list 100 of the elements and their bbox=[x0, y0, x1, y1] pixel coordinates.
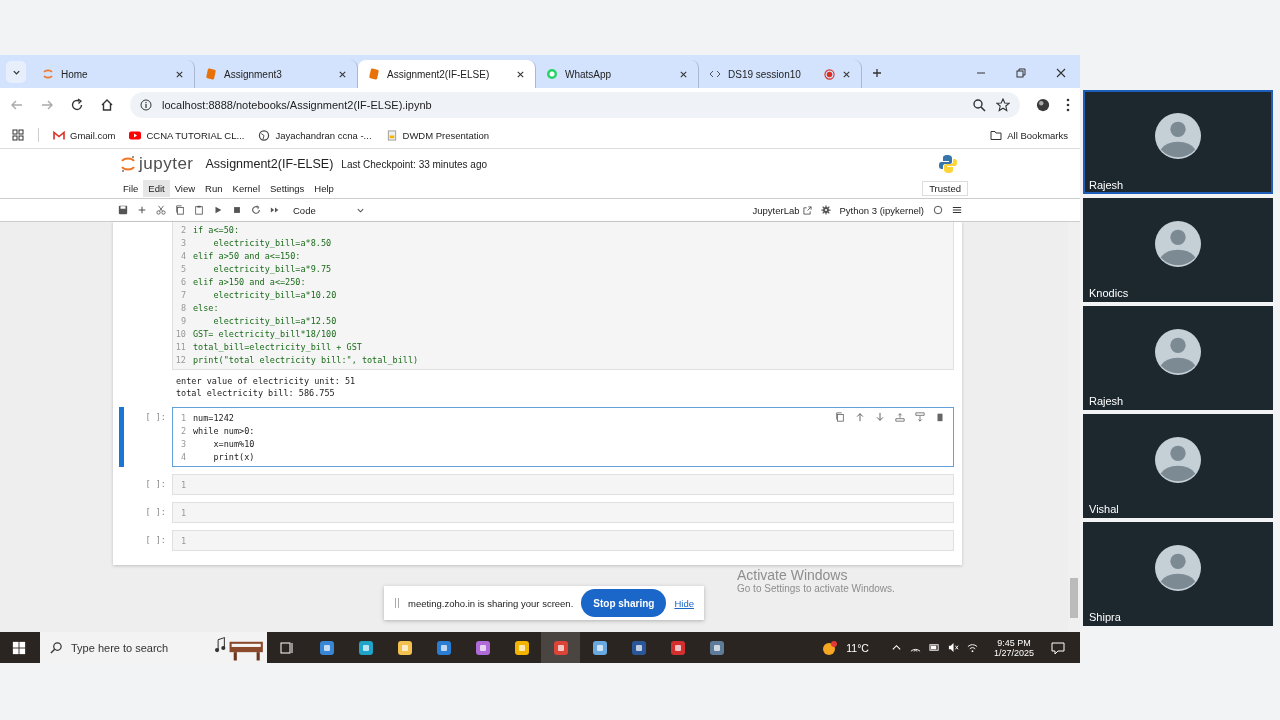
apps-icon[interactable] bbox=[12, 129, 24, 141]
video-icon bbox=[129, 129, 142, 141]
reload-icon[interactable] bbox=[70, 98, 84, 112]
delete-icon[interactable] bbox=[935, 412, 945, 422]
kernel-status-icon bbox=[933, 205, 943, 215]
show-hidden-icons-icon[interactable] bbox=[890, 642, 902, 653]
browser-tab[interactable]: Assignment2(IF-ELSE) bbox=[358, 60, 536, 88]
bookmark-link[interactable]: DWDM Presentation bbox=[402, 129, 490, 141]
participant-name: Rajesh bbox=[1089, 179, 1124, 191]
zoom-icon[interactable] bbox=[972, 98, 986, 112]
browser-tab[interactable]: WhatsApp bbox=[536, 60, 699, 88]
code-editor[interactable]: 1 num=1242 2 while num>0: 3 x=num%10 4 print(x) bbox=[172, 407, 954, 467]
stop-icon[interactable] bbox=[232, 205, 242, 215]
chat-icon bbox=[546, 68, 558, 80]
cell-type-dropdown[interactable]: Code bbox=[293, 204, 365, 216]
task-view-icon[interactable] bbox=[279, 639, 295, 656]
code-line: x=num%10 bbox=[212, 438, 255, 449]
kernel-name[interactable]: Python 3 (ipykernel) bbox=[839, 204, 924, 216]
menu-icon[interactable] bbox=[952, 205, 962, 215]
notebook-title[interactable]: Assignment2(IF-ELSE) bbox=[205, 157, 334, 171]
close-icon[interactable] bbox=[338, 69, 347, 79]
line-number: 3 bbox=[179, 237, 186, 248]
copy-icon[interactable] bbox=[175, 205, 185, 215]
menu-item[interactable]: Edit bbox=[143, 180, 170, 197]
all-bookmarks-link[interactable]: All Bookmarks bbox=[1007, 129, 1068, 141]
move-down-icon[interactable] bbox=[875, 412, 885, 422]
menu-icon[interactable] bbox=[1066, 98, 1070, 112]
close-icon[interactable] bbox=[679, 69, 688, 79]
close-icon[interactable] bbox=[175, 69, 184, 79]
bookmark-link[interactable]: Jayachandran ccna -... bbox=[275, 129, 372, 141]
clock-time[interactable]: 9:45 PM bbox=[997, 637, 1031, 648]
new-tab-icon[interactable] bbox=[872, 68, 882, 78]
participant-tile[interactable]: Knodics bbox=[1083, 198, 1273, 302]
code-line: else: bbox=[193, 302, 219, 313]
participant-tile[interactable]: Rajesh bbox=[1083, 90, 1273, 194]
bookmark-link[interactable]: Gmail.com bbox=[70, 129, 116, 141]
recording-icon bbox=[824, 68, 835, 80]
home-icon[interactable] bbox=[100, 98, 114, 112]
temperature-text[interactable]: 11°C bbox=[846, 641, 869, 654]
browser-tab[interactable]: Home bbox=[32, 60, 195, 88]
windows-start-icon[interactable] bbox=[12, 640, 26, 655]
close-icon[interactable] bbox=[516, 69, 525, 79]
fast-forward-icon[interactable] bbox=[270, 205, 280, 215]
line-number: 9 bbox=[179, 315, 186, 326]
battery-icon[interactable] bbox=[928, 642, 940, 653]
document-icon bbox=[385, 129, 398, 141]
bookmark-link[interactable]: CCNA TUTORIAL CL... bbox=[146, 129, 245, 141]
menu-item[interactable]: Settings bbox=[265, 180, 310, 197]
cut-icon[interactable] bbox=[156, 205, 166, 215]
stop-sharing-button[interactable]: Stop sharing bbox=[581, 589, 667, 617]
menu-item[interactable]: Help bbox=[309, 180, 339, 197]
address-field[interactable]: localhost:8888/notebooks/Assignment2(IF-ELSE).ipynb bbox=[130, 92, 1020, 118]
code-line: electricity_bill=a*10.20 bbox=[212, 289, 337, 300]
cell-prompt: [ ]: bbox=[144, 411, 167, 422]
move-up-icon[interactable] bbox=[855, 412, 865, 422]
notebook-icon bbox=[205, 68, 217, 80]
globe-icon bbox=[258, 129, 271, 141]
close-icon[interactable] bbox=[842, 69, 851, 79]
taskbar-search-field[interactable]: Type here to search bbox=[40, 632, 267, 663]
insert-below-icon[interactable] bbox=[915, 412, 925, 422]
code-line: print("total electricity bill:", total_bill) bbox=[193, 354, 419, 365]
gear-icon[interactable] bbox=[820, 205, 831, 215]
wifi-icon[interactable] bbox=[966, 642, 978, 653]
notification-icon[interactable] bbox=[1050, 639, 1066, 656]
run-icon[interactable] bbox=[213, 205, 223, 215]
line-number: 11 bbox=[174, 341, 186, 352]
save-icon[interactable] bbox=[118, 205, 128, 215]
browser-tab[interactable]: DS19 session10 bbox=[699, 60, 862, 88]
activation-hint: Go to Settings to activate Windows. bbox=[737, 583, 895, 594]
restart-icon[interactable] bbox=[251, 205, 261, 215]
jupyter-icon bbox=[120, 155, 136, 173]
restore-icon[interactable] bbox=[1016, 68, 1026, 78]
line-number: 1 bbox=[179, 535, 186, 546]
paste-icon[interactable] bbox=[194, 205, 204, 215]
add-icon[interactable] bbox=[137, 205, 147, 215]
bookmark-star-icon[interactable] bbox=[996, 98, 1010, 112]
menu-item[interactable]: Run bbox=[200, 180, 228, 197]
menu-item[interactable]: File bbox=[118, 180, 144, 197]
participant-name: Knodics bbox=[1089, 287, 1129, 299]
insert-above-icon[interactable] bbox=[895, 412, 905, 422]
menu-item[interactable]: Kernel bbox=[227, 180, 265, 197]
clock-date[interactable]: 1/27/2025 bbox=[993, 647, 1034, 658]
info-icon bbox=[140, 99, 152, 111]
participant-tile[interactable]: Vishal bbox=[1083, 414, 1273, 518]
line-number: 5 bbox=[179, 263, 186, 274]
jupyterlab-link[interactable]: JupyterLab bbox=[752, 204, 812, 216]
drag-handle-icon[interactable] bbox=[394, 597, 400, 609]
tab-search-button[interactable] bbox=[6, 61, 26, 83]
speaker-muted-icon[interactable] bbox=[947, 642, 959, 653]
line-number: 2 bbox=[179, 224, 186, 235]
hide-link[interactable]: Hide bbox=[674, 597, 694, 609]
code-line: print(x) bbox=[212, 451, 255, 462]
menu-item[interactable]: View bbox=[169, 180, 201, 197]
line-number: 2 bbox=[179, 425, 186, 436]
participant-tile[interactable]: Shipra bbox=[1083, 522, 1273, 626]
profile-icon[interactable] bbox=[1036, 98, 1050, 112]
line-number: 4 bbox=[179, 250, 186, 261]
close-icon[interactable] bbox=[1056, 68, 1066, 78]
participant-tile[interactable]: Rajesh bbox=[1083, 306, 1273, 410]
duplicate-icon[interactable] bbox=[835, 412, 845, 422]
